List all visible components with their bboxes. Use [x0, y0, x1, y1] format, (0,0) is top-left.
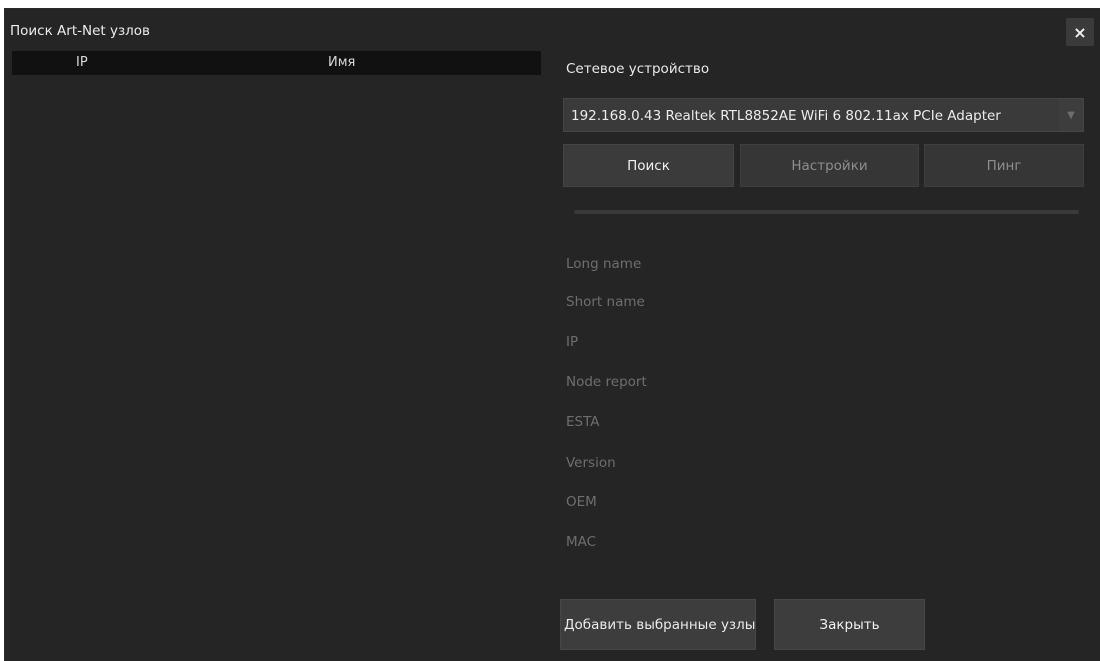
- info-label-esta: ESTA: [566, 414, 600, 430]
- close-button[interactable]: Закрыть: [774, 599, 925, 650]
- info-label-version: Version: [566, 455, 616, 471]
- info-label-node-report: Node report: [566, 374, 647, 390]
- nodes-table-header: IP Имя: [12, 51, 541, 75]
- title-bar: Поиск Art-Net узлов ×: [5, 9, 1100, 55]
- column-header-ip[interactable]: IP: [76, 55, 88, 70]
- nodes-list[interactable]: [12, 75, 541, 652]
- divider: [574, 210, 1079, 214]
- settings-button[interactable]: Настройки: [740, 144, 919, 187]
- search-button[interactable]: Поиск: [563, 144, 734, 187]
- add-selected-button[interactable]: Добавить выбранные узлы: [560, 599, 756, 650]
- info-label-long-name: Long name: [566, 256, 642, 272]
- info-label-ip: IP: [566, 334, 579, 350]
- chevron-down-icon[interactable]: ▼: [1059, 99, 1083, 131]
- close-icon[interactable]: ×: [1066, 18, 1094, 46]
- dialog-title: Поиск Art-Net узлов: [10, 23, 151, 39]
- network-device-select[interactable]: 192.168.0.43 Realtek RTL8852AE WiFi 6 80…: [563, 98, 1084, 132]
- column-header-name[interactable]: Имя: [328, 55, 355, 70]
- network-device-label: Сетевое устройство: [566, 61, 710, 77]
- ping-button[interactable]: Пинг: [924, 144, 1084, 187]
- info-label-oem: OEM: [566, 494, 597, 510]
- info-label-short-name: Short name: [566, 294, 645, 310]
- network-device-value: 192.168.0.43 Realtek RTL8852AE WiFi 6 80…: [571, 108, 1001, 124]
- info-label-mac: MAC: [566, 534, 597, 550]
